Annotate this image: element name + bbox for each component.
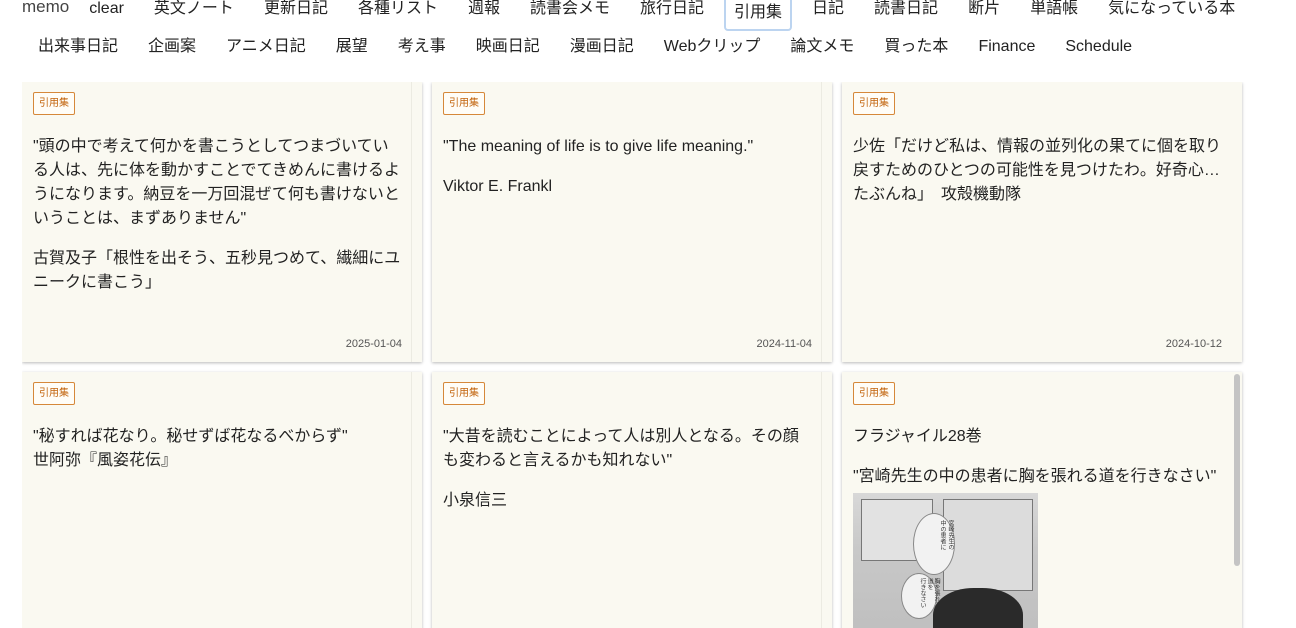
tab-lists[interactable]: 各種リスト (348, 0, 448, 25)
memo-card-grid: 引用集 "頭の中で考えて何かを書こうとしてつまづいている人は、先に体を動かすこと… (22, 82, 1262, 628)
scrollbar-thumb[interactable] (1234, 374, 1240, 566)
card-scroll-edge (821, 372, 832, 628)
memo-card[interactable]: 引用集 少佐「だけど私は、情報の並列化の果てに個を取り戻すためのひとつの可能性を… (842, 82, 1242, 362)
tab-update-diary[interactable]: 更新日記 (254, 0, 338, 25)
tab-books-of-interest[interactable]: 気になっている本 (1098, 0, 1245, 25)
tab-reading-diary[interactable]: 読書日記 (864, 0, 948, 25)
card-scroll-edge (411, 372, 422, 628)
card-body: "The meaning of life is to give life mea… (443, 135, 818, 199)
category-nav-row-2: 出来事日記 企画案 アニメ日記 展望 考え事 映画日記 漫画日記 Webクリップ… (28, 32, 1152, 62)
tab-finance[interactable]: Finance (968, 31, 1045, 63)
tab-outlook[interactable]: 展望 (326, 31, 378, 63)
category-badge[interactable]: 引用集 (853, 92, 895, 115)
card-scroll-edge (411, 82, 422, 362)
card-date: 2024-11-04 (756, 338, 812, 350)
tab-schedule[interactable]: Schedule (1055, 31, 1142, 63)
category-badge[interactable]: 引用集 (853, 382, 895, 405)
tab-diary[interactable]: 日記 (802, 0, 854, 25)
memo-card[interactable]: 引用集 "大昔を読むことによって人は別人となる。その顔も変わると言えるかも知れな… (432, 372, 832, 628)
category-nav-row-1: memo clear 英文ノート 更新日記 各種リスト 週報 読書会メモ 旅行日… (22, 0, 1255, 31)
bubble-text: 行きなさい (919, 578, 925, 608)
memo-card[interactable]: 引用集 "頭の中で考えて何かを書こうとしてつまづいている人は、先に体を動かすこと… (22, 82, 422, 362)
card-body: "大昔を読むことによって人は別人となる。その顔も変わると言えるかも知れない" 小… (443, 425, 818, 513)
tab-english-notes[interactable]: 英文ノート (144, 0, 244, 25)
tab-web-clips[interactable]: Webクリップ (654, 31, 771, 63)
manga-character (933, 588, 1023, 628)
quote-source: Viktor E. Frankl (443, 178, 553, 195)
memo-card[interactable]: 引用集 "The meaning of life is to give life… (432, 82, 832, 362)
card-body: フラジャイル28巻 "宮崎先生の中の患者に胸を張れる道を行きなさい" 宮崎先生の… (853, 425, 1228, 628)
app-brand: memo (22, 0, 70, 16)
tab-books-bought[interactable]: 買った本 (874, 31, 958, 63)
quote-source: 古賀及子「根性を出そう、五秒見つめて、繊細にユニークに書こう」 (33, 250, 401, 291)
quote-text: 少佐「だけど私は、情報の並列化の果てに個を取り戻すためのひとつの可能性を見つけた… (853, 138, 1222, 203)
tab-project-ideas[interactable]: 企画案 (138, 31, 206, 63)
tab-clear[interactable]: clear (79, 0, 134, 25)
memo-title: フラジャイル28巻 (853, 428, 982, 445)
bubble-text: 中の患者に (939, 520, 945, 550)
quote-text: "宮崎先生の中の患者に胸を張れる道を行きなさい" (853, 468, 1217, 485)
tab-events-diary[interactable]: 出来事日記 (28, 31, 128, 63)
memo-card[interactable]: 引用集 フラジャイル28巻 "宮崎先生の中の患者に胸を張れる道を行きなさい" 宮… (842, 372, 1242, 628)
quote-source: 小泉信三 (443, 492, 508, 509)
tab-vocabulary[interactable]: 単語帳 (1020, 0, 1088, 25)
memo-card[interactable]: 引用集 "秘すれば花なり。秘せずば花なるべからず" 世阿弥『風姿花伝』 (22, 372, 422, 628)
quote-text: "秘すれば花なり。秘せずば花なるべからず" (33, 428, 348, 445)
card-body: 少佐「だけど私は、情報の並列化の果てに個を取り戻すためのひとつの可能性を見つけた… (853, 135, 1228, 207)
quote-text: "The meaning of life is to give life mea… (443, 138, 754, 155)
card-date: 2025-01-04 (345, 338, 402, 350)
quote-text: "頭の中で考えて何かを書こうとしてつまづいている人は、先に体を動かすことでてきめ… (33, 138, 401, 227)
tab-movie-diary[interactable]: 映画日記 (466, 31, 550, 63)
card-scroll-edge (821, 82, 832, 362)
speech-bubble: 宮崎先生の 中の患者に (913, 513, 955, 575)
card-body: "頭の中で考えて何かを書こうとしてつまづいている人は、先に体を動かすことでてきめ… (33, 135, 408, 295)
card-body: "秘すれば花なり。秘せずば花なるべからず" 世阿弥『風姿花伝』 (33, 425, 408, 473)
tab-travel-diary[interactable]: 旅行日記 (630, 0, 714, 25)
quote-source: 世阿弥『風姿花伝』 (33, 452, 178, 469)
manga-page-image[interactable]: 宮崎先生の 中の患者に 胸を張れる 道を 行きなさい (853, 493, 1038, 628)
category-badge[interactable]: 引用集 (33, 382, 75, 405)
tab-thoughts[interactable]: 考え事 (388, 31, 456, 63)
category-nav: memo clear 英文ノート 更新日記 各種リスト 週報 読書会メモ 旅行日… (0, 0, 1296, 72)
tab-fragments[interactable]: 断片 (958, 0, 1010, 25)
speech-bubble: 胸を張れる 道を 行きなさい (901, 573, 939, 619)
category-badge[interactable]: 引用集 (443, 92, 485, 115)
category-badge[interactable]: 引用集 (443, 382, 485, 405)
card-date: 2024-10-12 (1165, 338, 1222, 350)
tab-reading-group-memo[interactable]: 読書会メモ (520, 0, 620, 25)
tab-weekly-report[interactable]: 週報 (458, 0, 510, 25)
tab-manga-diary[interactable]: 漫画日記 (560, 31, 644, 63)
quote-text: "大昔を読むことによって人は別人となる。その顔も変わると言えるかも知れない" (443, 428, 799, 469)
category-badge[interactable]: 引用集 (33, 92, 75, 115)
tab-paper-notes[interactable]: 論文メモ (780, 31, 864, 63)
tab-quotes[interactable]: 引用集 (724, 0, 793, 31)
tab-anime-diary[interactable]: アニメ日記 (216, 31, 316, 63)
